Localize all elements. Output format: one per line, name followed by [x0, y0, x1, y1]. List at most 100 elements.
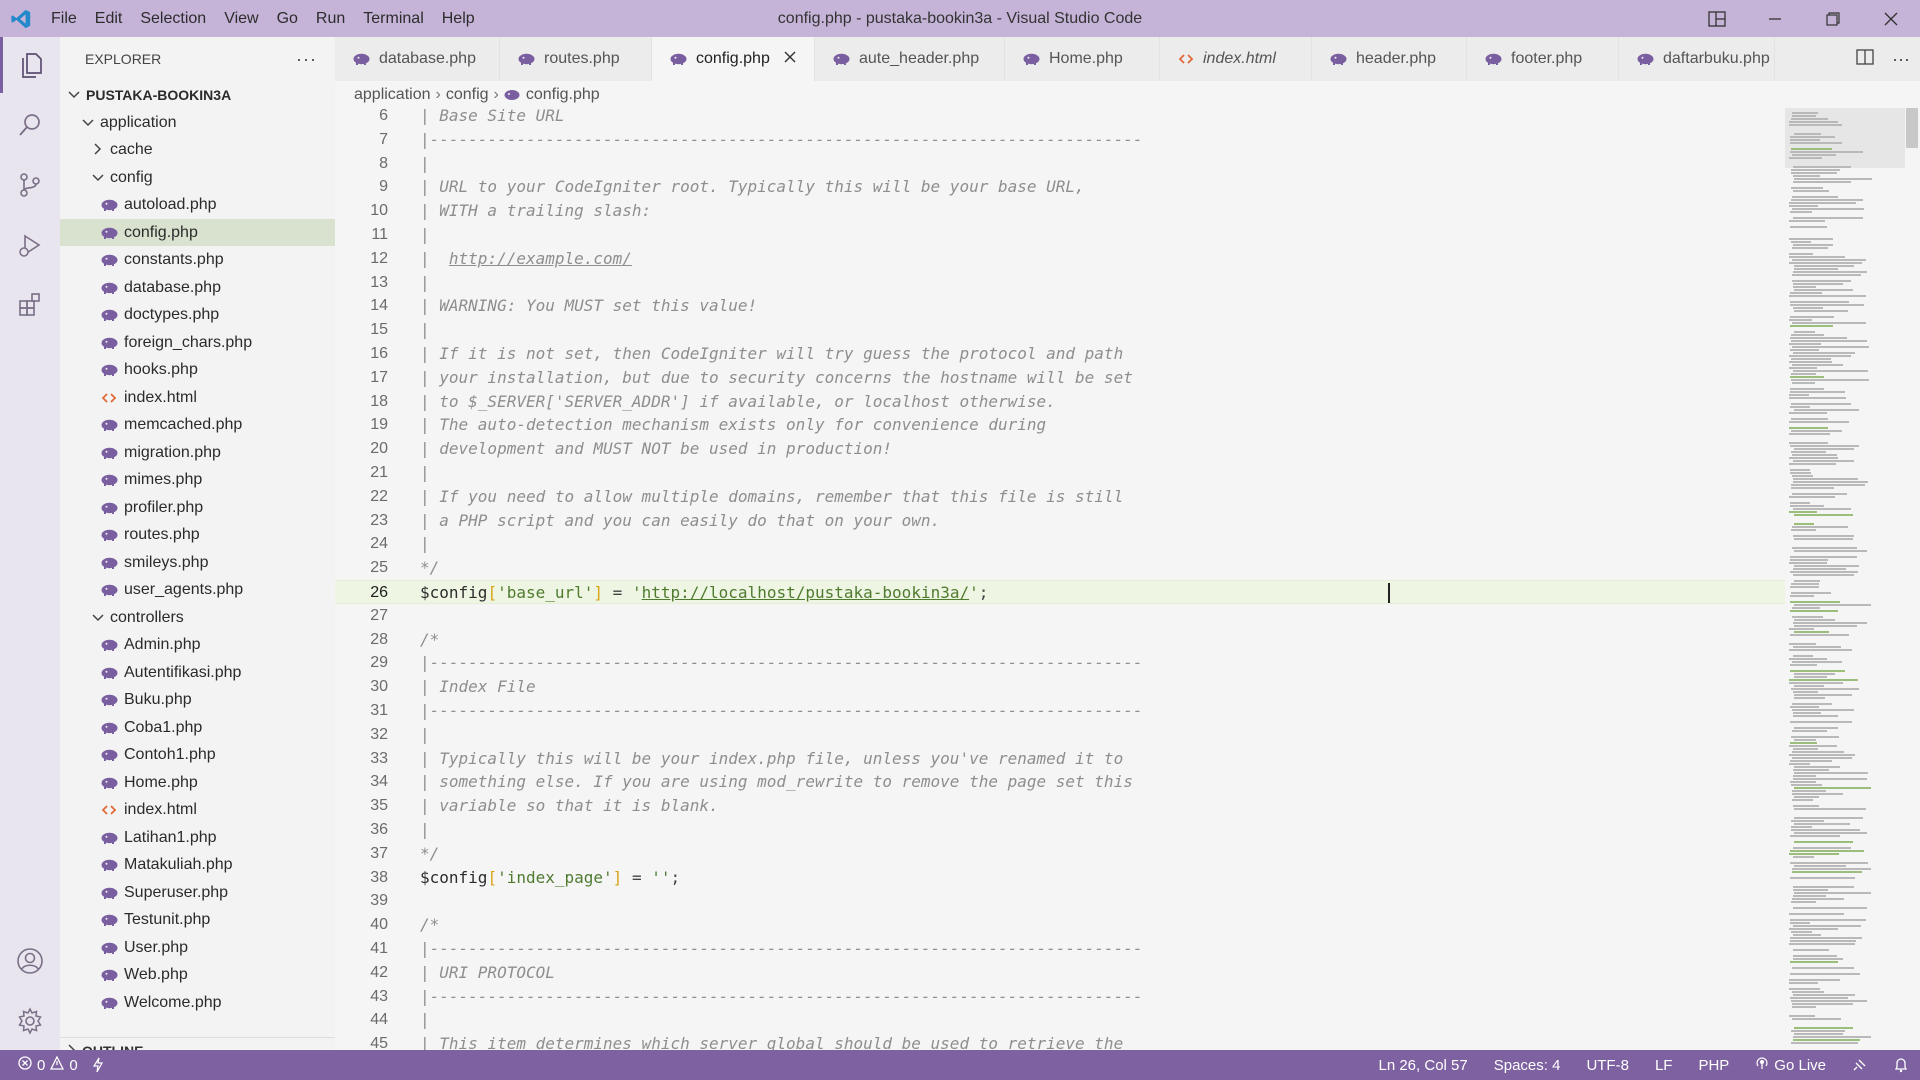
source-control-icon[interactable]: [0, 157, 60, 213]
tree-file[interactable]: Superuser.php: [60, 879, 335, 906]
tab-routes-php[interactable]: routes.php: [500, 37, 652, 81]
code-line[interactable]: 17 | your installation, but due to securi…: [335, 366, 1785, 390]
tab-index-html[interactable]: index.html: [1160, 37, 1312, 81]
tree-file[interactable]: Contoh1.php: [60, 742, 335, 769]
code-line[interactable]: 36 |: [335, 818, 1785, 842]
restore-button[interactable]: [1804, 0, 1862, 37]
code-line[interactable]: 39: [335, 889, 1785, 913]
breadcrumb-application[interactable]: application: [354, 86, 431, 104]
code-line[interactable]: 28 /*: [335, 628, 1785, 652]
breadcrumb-file[interactable]: config.php: [526, 86, 600, 104]
tree-file[interactable]: doctypes.php: [60, 302, 335, 329]
feedback-icon[interactable]: [1852, 1057, 1868, 1073]
tree-file[interactable]: profiler.php: [60, 494, 335, 521]
tree-file[interactable]: hooks.php: [60, 357, 335, 384]
explorer-icon[interactable]: [0, 37, 60, 93]
layout-icon[interactable]: [1688, 0, 1746, 37]
tree-file[interactable]: autoload.php: [60, 192, 335, 219]
code-line[interactable]: 31 |-------------------------------------…: [335, 699, 1785, 723]
tree-folder-application[interactable]: application: [60, 109, 335, 136]
tree-file[interactable]: index.html: [60, 797, 335, 824]
more-actions-button[interactable]: ···: [296, 49, 317, 70]
code-line[interactable]: 23 | a PHP script and you can easily do t…: [335, 509, 1785, 533]
tab-daftarbuku-php[interactable]: daftarbuku.php: [1619, 37, 1775, 81]
tree-folder-controllers[interactable]: controllers: [60, 604, 335, 631]
tree-file[interactable]: constants.php: [60, 247, 335, 274]
menu-terminal[interactable]: Terminal: [354, 0, 432, 37]
tab-Home-php[interactable]: Home.php: [1005, 37, 1160, 81]
go-live-button[interactable]: Go Live: [1755, 1056, 1826, 1074]
tree-file[interactable]: smileys.php: [60, 549, 335, 576]
code-line[interactable]: 18 | to $_SERVER['SERVER_ADDR'] if availa…: [335, 390, 1785, 414]
code-line[interactable]: 45 | This item determines which server gl…: [335, 1032, 1785, 1050]
language-mode[interactable]: PHP: [1698, 1057, 1729, 1074]
tab-database-php[interactable]: database.php: [335, 37, 500, 81]
tree-file[interactable]: Testunit.php: [60, 907, 335, 934]
settings-gear-icon[interactable]: [0, 993, 60, 1049]
tab-header-php[interactable]: header.php: [1312, 37, 1467, 81]
code-line[interactable]: 8 |: [335, 152, 1785, 176]
tab-aute_header-php[interactable]: aute_header.php: [815, 37, 1005, 81]
code-line[interactable]: 32 |: [335, 723, 1785, 747]
code-line[interactable]: 19 | The auto-detection mechanism exists …: [335, 413, 1785, 437]
split-editor-icon[interactable]: [1856, 48, 1874, 70]
menu-edit[interactable]: Edit: [86, 0, 132, 37]
code-line[interactable]: 9 | URL to your CodeIgniter root. Typical…: [335, 175, 1785, 199]
code-line[interactable]: 10 | WITH a trailing slash:: [335, 199, 1785, 223]
menu-file[interactable]: File: [42, 0, 86, 37]
tree-file[interactable]: memcached.php: [60, 412, 335, 439]
tree-file[interactable]: user_agents.php: [60, 577, 335, 604]
code-line[interactable]: 22 | If you need to allow multiple domain…: [335, 485, 1785, 509]
code-line[interactable]: 41 |-------------------------------------…: [335, 937, 1785, 961]
close-window-button[interactable]: [1862, 0, 1920, 37]
menu-run[interactable]: Run: [307, 0, 354, 37]
code-line[interactable]: 15 |: [335, 318, 1785, 342]
code-line[interactable]: 44 |: [335, 1008, 1785, 1032]
code-line[interactable]: 33 | Typically this will be your index.ph…: [335, 747, 1785, 771]
code-line[interactable]: 13 |: [335, 271, 1785, 295]
code-line[interactable]: 35 | variable so that it is blank.: [335, 794, 1785, 818]
tree-file[interactable]: database.php: [60, 274, 335, 301]
tree-file[interactable]: Buku.php: [60, 687, 335, 714]
editor-more-actions-icon[interactable]: ···: [1892, 49, 1910, 70]
code-line[interactable]: 11 |: [335, 223, 1785, 247]
tree-file[interactable]: migration.php: [60, 439, 335, 466]
menu-go[interactable]: Go: [268, 0, 307, 37]
indentation[interactable]: Spaces: 4: [1494, 1057, 1561, 1074]
cursor-position[interactable]: Ln 26, Col 57: [1378, 1057, 1467, 1074]
menu-view[interactable]: View: [215, 0, 267, 37]
tree-file[interactable]: index.html: [60, 384, 335, 411]
code-line[interactable]: 26 $config['base_url'] = 'http://localhos…: [335, 580, 1785, 604]
code-line[interactable]: 14 | WARNING: You MUST set this value!: [335, 294, 1785, 318]
search-icon[interactable]: [0, 97, 60, 153]
tree-file[interactable]: Matakuliah.php: [60, 852, 335, 879]
vertical-scrollbar[interactable]: [1906, 108, 1918, 148]
code-line[interactable]: 24 |: [335, 532, 1785, 556]
code-line[interactable]: 25 */: [335, 556, 1785, 580]
code-line[interactable]: 40 /*: [335, 913, 1785, 937]
minimize-button[interactable]: [1746, 0, 1804, 37]
tree-file[interactable]: Coba1.php: [60, 714, 335, 741]
code-line[interactable]: 29 |-------------------------------------…: [335, 651, 1785, 675]
code-line[interactable]: 38 $config['index_page'] = '';: [335, 866, 1785, 890]
tree-file[interactable]: Autentifikasi.php: [60, 659, 335, 686]
tree-file[interactable]: config.php: [60, 219, 335, 246]
minimap-slider[interactable]: [1785, 108, 1905, 168]
tree-root-folder[interactable]: PUSTAKA-BOOKIN3A: [60, 81, 335, 108]
code-line[interactable]: 7 |--------------------------------------…: [335, 128, 1785, 152]
breadcrumb-config[interactable]: config: [446, 86, 489, 104]
close-icon[interactable]: [784, 50, 796, 68]
end-of-line[interactable]: LF: [1655, 1057, 1673, 1074]
tree-file[interactable]: Home.php: [60, 769, 335, 796]
tree-file[interactable]: routes.php: [60, 522, 335, 549]
extensions-icon[interactable]: [0, 277, 60, 333]
tree-file[interactable]: Welcome.php: [60, 989, 335, 1016]
tree-folder-config[interactable]: config: [60, 164, 335, 191]
tree-file[interactable]: Web.php: [60, 962, 335, 989]
code-line[interactable]: 34 | something else. If you are using mod…: [335, 770, 1785, 794]
tree-file[interactable]: Admin.php: [60, 632, 335, 659]
encoding[interactable]: UTF-8: [1586, 1057, 1629, 1074]
account-icon[interactable]: [0, 933, 60, 989]
code-editor[interactable]: 6 | Base Site URL 7 |----------------------…: [335, 108, 1785, 1050]
tree-file[interactable]: User.php: [60, 934, 335, 961]
